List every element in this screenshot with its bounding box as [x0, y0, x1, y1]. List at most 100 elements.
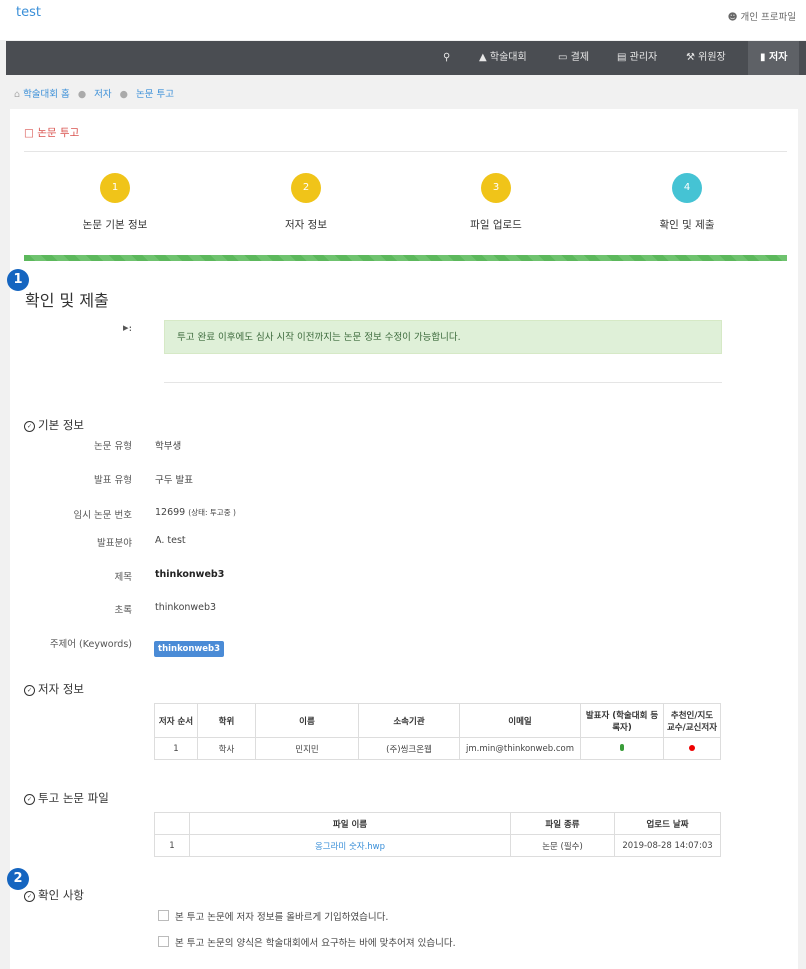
breadcrumb-submit[interactable]: 논문 투고 [136, 89, 174, 100]
field-value: 구두 발표 [155, 475, 193, 486]
nav-item-conference[interactable]: ▲ 학술대회 [479, 41, 527, 75]
field-value: 학부생 [155, 441, 182, 452]
checkbox[interactable] [158, 936, 169, 947]
col-header: 이메일 [459, 703, 581, 738]
nav-item-payment[interactable]: ▭ 결제 [558, 41, 589, 75]
col-header: 발표자 (학술대회 등록자) [580, 703, 664, 738]
nav-item-chair[interactable]: ⚒ 위원장 [686, 41, 726, 75]
col-header: 파일 이름 [189, 812, 511, 835]
col-header: 소속기관 [358, 703, 460, 738]
cell: 2019-08-28 14:07:03 [614, 834, 721, 857]
cell: 민지민 [255, 737, 359, 760]
divider [164, 382, 722, 383]
field-label: 제목 [114, 572, 132, 583]
check-circle-icon: ✓ [24, 891, 35, 902]
field-label: 발표분야 [97, 538, 132, 549]
user-icon: ☻ [727, 12, 738, 23]
breadcrumb: ⌂ 학술대회 홈 ● 저자 ● 논문 투고 [14, 86, 174, 100]
file-icon: □ [24, 127, 34, 139]
author-info-title: ✓ 저자 정보 [24, 681, 84, 697]
checkbox-label: 본 투고 논문의 양식은 학술대회에서 요구하는 바에 맞추어져 있습니다. [175, 938, 456, 949]
progress-bar [24, 255, 787, 261]
cell: 학사 [197, 737, 256, 760]
breadcrumb-conference-home[interactable]: 학술대회 홈 [23, 89, 70, 100]
notice-alert: 투고 완료 이후에도 심사 시작 이전까지는 논문 정보 수정이 가능합니다. [164, 320, 722, 354]
nav-item-author[interactable]: ▮ 저자 [748, 41, 800, 75]
files-title: ✓ 투고 논문 파일 [24, 790, 109, 806]
nav-label: 위원장 [698, 52, 726, 63]
field-value: thinkonweb3 [155, 602, 217, 613]
col-header: 업로드 날짜 [614, 812, 721, 835]
step-3-label: 파일 업로드 [470, 219, 522, 231]
cell: 1 [154, 834, 190, 857]
nav-search[interactable]: ⚲ [443, 41, 450, 75]
check-circle-icon: ✓ [24, 421, 35, 432]
nav-label: 저자 [769, 52, 788, 63]
checkbox-label: 본 투고 논문에 저자 정보를 올바르게 기입하였습니다. [175, 912, 389, 923]
col-header: 이름 [255, 703, 359, 738]
col-header: 추천인/지도 교수/교신저자 [663, 703, 721, 738]
step-4-label: 확인 및 제출 [659, 219, 715, 231]
nav-label: 결제 [570, 52, 590, 63]
table-header-row: 저자 순서 학위 이름 소속기관 이메일 발표자 (학술대회 등록자) 추천인/… [154, 703, 721, 738]
status-note: (상태: 투고중 ) [188, 508, 236, 517]
red-dot-icon [689, 744, 695, 751]
step-4-circle: 4 [672, 173, 702, 203]
profile-label: 개인 프로파일 [740, 12, 796, 23]
main-navbar: ⚲ ▲ 학술대회 ▭ 결제 ▤ 관리자 ⚒ 위원장 ▮ 저자 [6, 41, 806, 75]
basic-info-title-text: 기본 정보 [38, 418, 84, 432]
field-label: 주제어 (Keywords) [49, 639, 132, 650]
col-header: 저자 순서 [154, 703, 198, 738]
cell [580, 737, 664, 760]
file-link[interactable]: 옹그라미 숫자.hwp [315, 842, 385, 852]
keyword-tag: thinkonweb3 [154, 641, 225, 657]
check-circle-icon: ✓ [24, 794, 35, 805]
step-3-circle: 3 [481, 173, 511, 203]
cell: 옹그라미 숫자.hwp [189, 834, 511, 857]
page-title-text: 논문 투고 [37, 127, 80, 139]
credit-card-icon: ▭ [558, 52, 568, 63]
gavel-icon: ⚒ [686, 52, 695, 63]
col-header [154, 812, 190, 835]
field-label: 초록 [114, 605, 132, 616]
author-table: 저자 순서 학위 이름 소속기관 이메일 발표자 (학술대회 등록자) 추천인/… [154, 703, 721, 760]
step-1-circle: 1 [100, 173, 130, 203]
table-row: 1 옹그라미 숫자.hwp 논문 (필수) 2019-08-28 14:07:0… [154, 834, 721, 857]
col-header: 파일 종류 [510, 812, 615, 835]
confirm-title: ✓ 확인 사항 [24, 887, 84, 903]
confirm-title-text: 확인 사항 [38, 888, 84, 902]
cell: 1 [154, 737, 198, 760]
graduation-cap-icon: ▲ [479, 52, 487, 63]
top-bar: test ☻ 개인 프로파일 [0, 0, 806, 40]
breadcrumb-separator: ● [77, 89, 87, 100]
step-1-label: 논문 기본 정보 [82, 219, 148, 231]
breadcrumb-separator: ● [119, 89, 128, 100]
file-table: 파일 이름 파일 종류 업로드 날짜 1 옹그라미 숫자.hwp 논문 (필수)… [154, 812, 721, 857]
profile-link[interactable]: ☻ 개인 프로파일 [728, 9, 796, 23]
field-value: thinkonweb3 [155, 569, 225, 580]
field-value: A. test [155, 535, 186, 546]
nav-label: 학술대회 [489, 52, 527, 63]
divider [24, 151, 787, 152]
author-info-title-text: 저자 정보 [38, 682, 84, 696]
check-circle-icon: ✓ [24, 685, 35, 696]
files-title-text: 투고 논문 파일 [38, 791, 109, 805]
nav-item-admin[interactable]: ▤ 관리자 [617, 41, 657, 75]
server-icon: ▤ [617, 52, 627, 63]
cell [663, 737, 721, 760]
checkbox[interactable] [158, 910, 169, 921]
cell: 논문 (필수) [510, 834, 615, 857]
book-icon: ▮ [760, 52, 766, 63]
step-2-circle: 2 [291, 173, 321, 203]
breadcrumb-author[interactable]: 저자 [94, 89, 111, 100]
confirm-item-1[interactable]: 본 투고 논문에 저자 정보를 올바르게 기입하였습니다. [158, 909, 388, 923]
confirm-item-2[interactable]: 본 투고 논문의 양식은 학술대회에서 요구하는 바에 맞추어져 있습니다. [158, 935, 456, 949]
field-label: 논문 유형 [94, 441, 132, 452]
nav-label: 관리자 [629, 52, 658, 63]
table-header-row: 파일 이름 파일 종류 업로드 날짜 [154, 812, 721, 835]
cell: jm.min@thinkonweb.com [459, 737, 581, 760]
brand-link[interactable]: test [16, 5, 41, 20]
cell: (주)씽크온웹 [358, 737, 460, 760]
temp-paper-number: 12699 [155, 507, 186, 518]
page-title: □ 논문 투고 [24, 125, 79, 140]
